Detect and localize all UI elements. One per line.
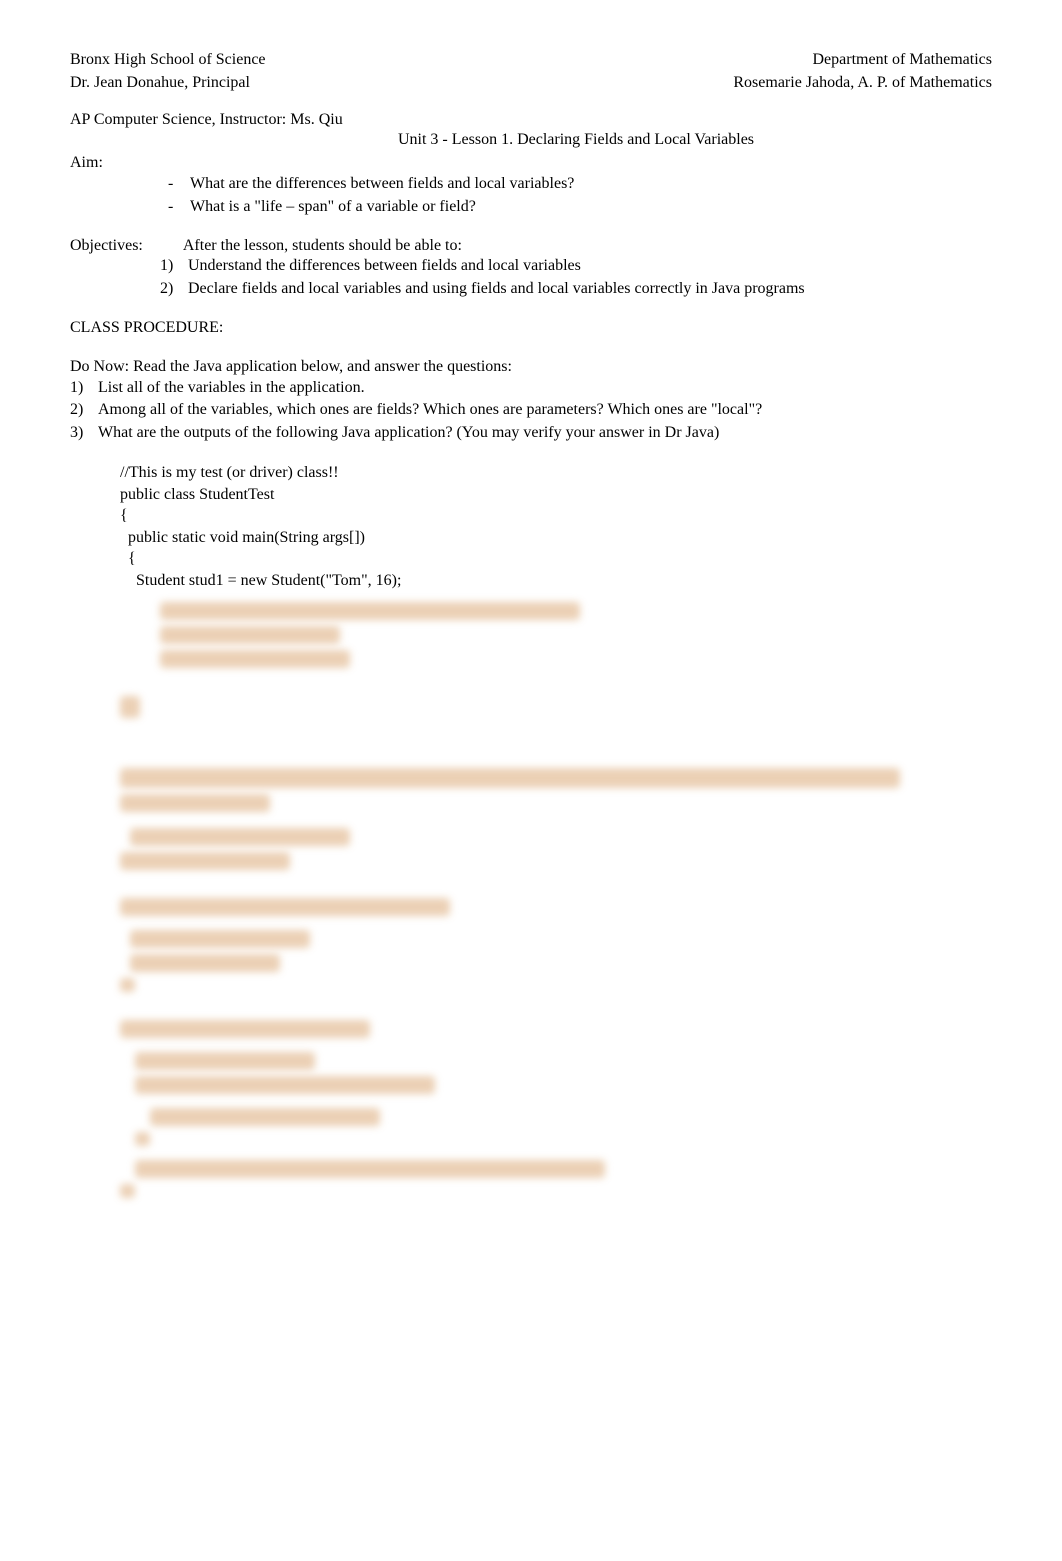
instructor-line: AP Computer Science, Instructor: Ms. Qiu — [70, 110, 992, 131]
code-line: public class StudentTest — [120, 486, 274, 503]
principal-name: Dr. Jean Donahue, Principal — [70, 73, 250, 94]
code-line: public static void main(String args[]) — [120, 529, 365, 546]
donow-text: List all of the variables in the applica… — [98, 378, 365, 399]
blurred-content — [120, 602, 992, 1198]
department-name: Department of Mathematics — [733, 50, 993, 71]
lesson-title: Unit 3 - Lesson 1. Declaring Fields and … — [220, 130, 932, 151]
list-number: 2) — [70, 400, 98, 421]
objective-item: 1) Understand the differences between fi… — [160, 256, 992, 277]
code-line: Student stud1 = new Student("Tom", 16); — [120, 572, 401, 589]
objectives-intro: After the lesson, students should be abl… — [183, 236, 462, 257]
donow-item: 2) Among all of the variables, which one… — [70, 400, 992, 421]
list-number: 1) — [70, 378, 98, 399]
procedure-label: CLASS PROCEDURE: — [70, 318, 992, 339]
donow-item: 1) List all of the variables in the appl… — [70, 378, 992, 399]
code-line: //This is my test (or driver) class!! — [120, 464, 339, 481]
aim-item: - What is a "life – span" of a variable … — [160, 197, 992, 218]
donow-text: What are the outputs of the following Ja… — [98, 423, 719, 444]
donow-text: Among all of the variables, which ones a… — [98, 400, 762, 421]
aim-text: What is a "life – span" of a variable or… — [190, 197, 476, 218]
aim-text: What are the differences between fields … — [190, 174, 574, 195]
objectives-label: Objectives: — [70, 236, 143, 257]
aim-item: - What are the differences between field… — [160, 174, 992, 195]
school-name: Bronx High School of Science — [70, 50, 266, 71]
objective-text: Declare fields and local variables and u… — [188, 279, 805, 300]
objective-text: Understand the differences between field… — [188, 256, 581, 277]
donow-item: 3) What are the outputs of the following… — [70, 423, 992, 444]
bullet-dash: - — [160, 197, 190, 218]
code-line: { — [120, 550, 136, 567]
code-line: { — [120, 507, 128, 524]
list-number: 2) — [160, 279, 188, 300]
objective-item: 2) Declare fields and local variables an… — [160, 279, 992, 300]
bullet-dash: - — [160, 174, 190, 195]
list-number: 3) — [70, 423, 98, 444]
code-block: //This is my test (or driver) class!! pu… — [120, 462, 992, 592]
aim-label: Aim: — [70, 153, 992, 174]
donow-intro: Do Now: Read the Java application below,… — [70, 357, 992, 378]
list-number: 1) — [160, 256, 188, 277]
dept-head-name: Rosemarie Jahoda, A. P. of Mathematics — [653, 73, 992, 94]
